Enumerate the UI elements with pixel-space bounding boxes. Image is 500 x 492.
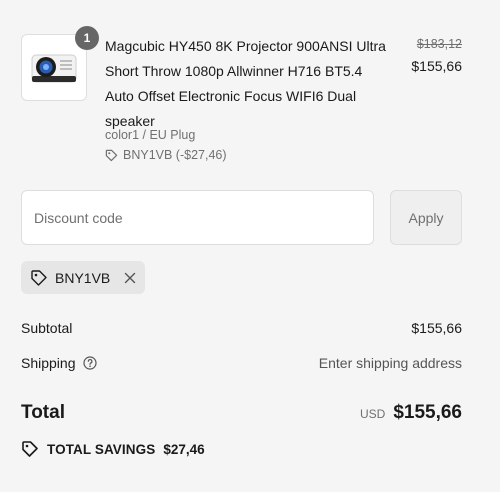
cart-line-item: 1 Magcubic HY450 8K Projector 900ANSI Ul… (21, 26, 462, 164)
subtotal-row: Subtotal $155,66 (21, 320, 462, 336)
shipping-row: Shipping Enter shipping address (21, 355, 462, 371)
total-row: Total USD $155,66 (21, 402, 462, 424)
currency-code: USD (359, 407, 386, 421)
total-value: $155,66 (393, 402, 462, 423)
help-icon[interactable] (82, 356, 97, 370)
total-savings: TOTAL SAVINGS $27,46 (21, 440, 205, 458)
shipping-label-group: Shipping (21, 355, 97, 371)
subtotal-label: Subtotal (21, 320, 73, 336)
total-label: Total (21, 402, 65, 423)
product-discount-text: BNY1VB (-$27,46) (123, 148, 227, 162)
shipping-label: Shipping (21, 355, 76, 371)
shipping-value: Enter shipping address (318, 355, 462, 371)
apply-button[interactable]: Apply (390, 190, 462, 245)
price-original: $183,12 (416, 37, 462, 51)
tag-icon (31, 269, 47, 286)
total-value-group: USD $155,66 (360, 402, 462, 424)
tag-icon (22, 441, 38, 457)
order-summary: 1 Magcubic HY450 8K Projector 900ANSI Ul… (0, 0, 500, 492)
close-icon (124, 272, 136, 283)
subtotal-value: $155,66 (411, 320, 462, 336)
projector-icon (31, 54, 77, 82)
remove-discount-button[interactable] (124, 272, 136, 284)
product-title: Magcubic HY450 8K Projector 900ANSI Ultr… (105, 38, 386, 129)
applied-discount-tag: BNY1VB (21, 261, 145, 294)
tag-icon (105, 149, 118, 161)
savings-value: $27,46 (163, 441, 205, 457)
savings-label: TOTAL SAVINGS (47, 441, 156, 457)
applied-discount-code: BNY1VB (55, 269, 111, 286)
price-final: $155,66 (411, 58, 462, 74)
discount-code-input[interactable] (21, 190, 374, 245)
quantity-badge: 1 (75, 26, 99, 50)
product-discount: BNY1VB (-$27,46) (105, 146, 227, 164)
product-variant: color1 / EU Plug (105, 128, 196, 142)
